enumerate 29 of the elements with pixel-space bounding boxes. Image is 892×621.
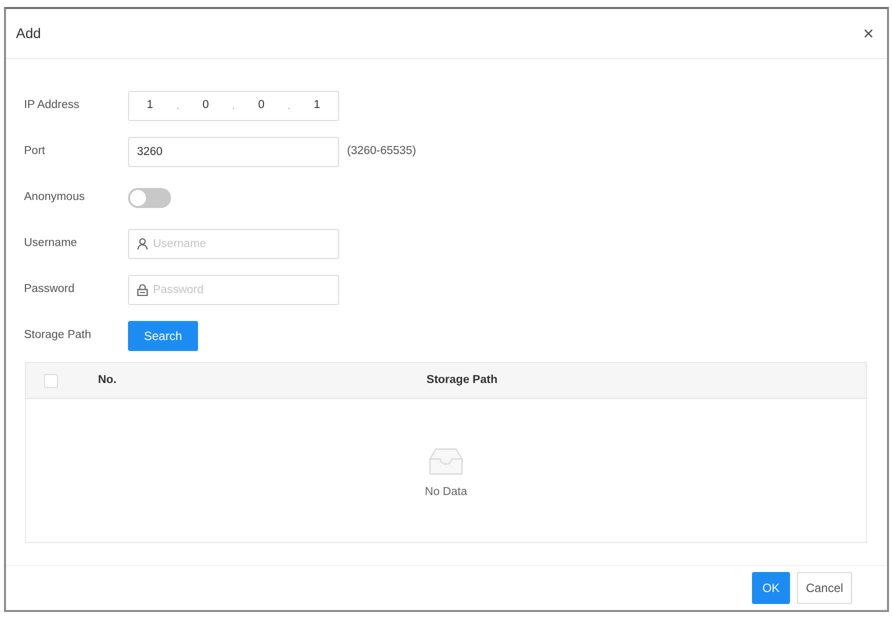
- field-label: Storage Path: [24, 328, 92, 344]
- ip-octet-field[interactable]: 0: [256, 97, 266, 115]
- field-label: IP Address: [24, 98, 80, 114]
- octet-separator: .: [176, 98, 180, 114]
- ip-octet-field[interactable]: 0: [200, 97, 211, 115]
- ip-octet-field[interactable]: 1: [145, 97, 155, 115]
- empty-tray-icon: [429, 447, 463, 476]
- password-field[interactable]: Password: [128, 275, 339, 305]
- column-header: Storage Path: [426, 372, 498, 388]
- port-field[interactable]: 3260: [128, 137, 339, 167]
- toggle-switch[interactable]: [128, 188, 171, 208]
- lock-icon: [137, 284, 148, 296]
- close-icon[interactable]: [864, 29, 873, 38]
- person-icon: [137, 238, 148, 250]
- cancel-button[interactable]: Cancel: [797, 572, 852, 604]
- select-all-checkbox[interactable]: [44, 374, 58, 388]
- field-label: Port: [24, 144, 46, 160]
- field-label: Password: [24, 282, 76, 298]
- username-field[interactable]: Username: [128, 229, 339, 259]
- octet-separator: .: [232, 98, 236, 114]
- empty-message: No Data: [424, 485, 468, 500]
- window-title: Add: [16, 24, 41, 43]
- field-label: Username: [24, 236, 78, 252]
- ip-octet-field[interactable]: 1: [312, 97, 322, 115]
- ip-address-field[interactable]: 1 . 0 . 0 . 1: [128, 91, 339, 121]
- field-label: Anonymous: [24, 190, 86, 206]
- column-header: No.: [98, 372, 118, 388]
- range-hint: (3260-65535): [347, 144, 416, 160]
- octet-separator: .: [288, 98, 291, 114]
